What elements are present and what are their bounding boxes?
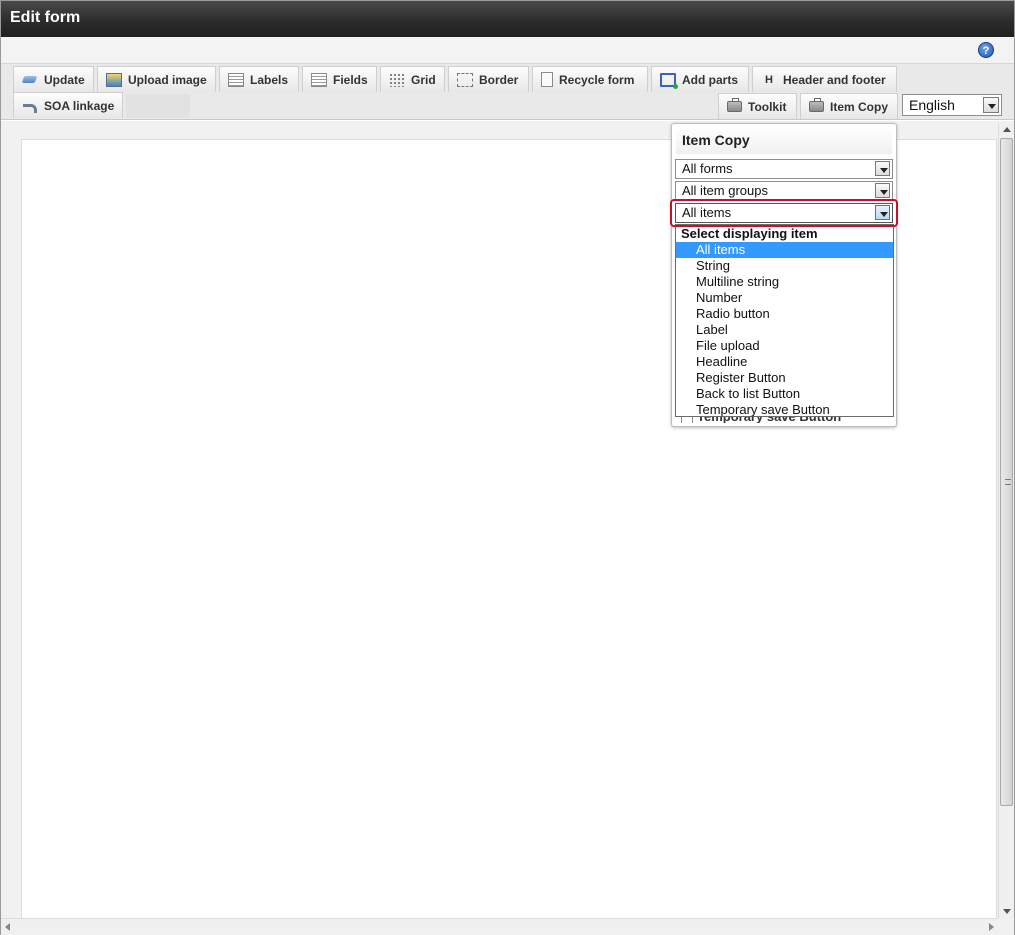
border-icon xyxy=(457,72,473,87)
tab-label: Recycle form xyxy=(559,72,635,87)
soa-linkage-icon xyxy=(22,99,38,113)
tab-label: Header and footer xyxy=(783,72,886,87)
scroll-down-icon[interactable] xyxy=(1003,909,1011,914)
dropdown-option[interactable]: Headline xyxy=(676,354,893,370)
tab-label: Item Copy xyxy=(830,99,889,114)
grip-icon xyxy=(1005,479,1011,485)
tab-label: Border xyxy=(479,72,519,87)
tab-border[interactable]: Border xyxy=(448,66,529,92)
group-filter-select[interactable]: All item groups xyxy=(675,181,893,201)
toolbar: Update Upload image Labels Fields Grid B… xyxy=(1,64,1014,120)
tab-fields[interactable]: Fields xyxy=(302,66,377,92)
dropdown-option[interactable]: String xyxy=(676,258,893,274)
panel-title: Item Copy xyxy=(676,126,892,154)
chevron-down-icon[interactable] xyxy=(875,161,890,176)
upload-image-icon xyxy=(106,72,122,87)
chevron-down-icon[interactable] xyxy=(983,97,999,113)
tab-toolkit[interactable]: Toolkit xyxy=(718,93,797,119)
dropdown-option[interactable]: Number xyxy=(676,290,893,306)
language-value: English xyxy=(909,97,955,113)
dropdown-option[interactable]: Multiline string xyxy=(676,274,893,290)
dropdown-option[interactable]: Radio button xyxy=(676,306,893,322)
fields-icon xyxy=(311,72,327,87)
tab-label: SOA linkage xyxy=(44,98,115,113)
tab-label: Update xyxy=(44,72,85,87)
help-bar: ? xyxy=(1,37,1014,64)
horizontal-scrollbar[interactable] xyxy=(1,918,998,934)
window-title: Edit form xyxy=(1,1,1014,37)
dropdown-option[interactable]: Label xyxy=(676,322,893,338)
tab-item-copy[interactable]: Item Copy xyxy=(800,93,898,119)
tab-labels[interactable]: Labels xyxy=(219,66,299,92)
item-filter-dropdown[interactable]: Select displaying item All items String … xyxy=(675,224,894,417)
dropdown-option[interactable]: Back to list Button xyxy=(676,386,893,402)
tab-label: Toolkit xyxy=(748,99,787,114)
header-footer-icon: H xyxy=(765,73,773,86)
scroll-left-icon[interactable] xyxy=(5,923,10,931)
group-filter-value: All item groups xyxy=(682,183,768,198)
tab-add-parts[interactable]: Add parts xyxy=(651,66,749,92)
edit-form-window: Edit form ? Update Upload image Labels F… xyxy=(0,0,1015,935)
dropdown-group-label: Select displaying item xyxy=(681,226,818,241)
grid-icon xyxy=(389,72,405,87)
scroll-up-icon[interactable] xyxy=(1003,127,1011,132)
tab-upload-image[interactable]: Upload image xyxy=(97,66,216,92)
tab-recycle-form[interactable]: Recycle form xyxy=(532,66,648,92)
tab-grid[interactable]: Grid xyxy=(380,66,445,92)
tab-spacer xyxy=(126,94,190,118)
form-filter-select[interactable]: All forms xyxy=(675,159,893,179)
add-parts-icon xyxy=(660,72,678,89)
tab-label: Fields xyxy=(333,72,368,87)
dropdown-option[interactable]: Temporary save Button xyxy=(676,402,893,418)
dropdown-option[interactable]: Register Button xyxy=(676,370,893,386)
tab-header-and-footer[interactable]: H Header and footer xyxy=(752,66,897,92)
chevron-down-icon[interactable] xyxy=(875,183,890,198)
tab-label: Add parts xyxy=(682,72,739,87)
dropdown-option[interactable]: All items xyxy=(676,242,893,258)
scroll-right-icon[interactable] xyxy=(989,923,994,931)
tab-soa-linkage[interactable]: SOA linkage xyxy=(13,92,123,118)
labels-icon xyxy=(228,72,244,87)
scroll-thumb[interactable] xyxy=(1000,138,1013,806)
update-icon xyxy=(22,73,38,87)
tab-label: Upload image xyxy=(128,72,207,87)
form-filter-value: All forms xyxy=(682,161,733,176)
language-select[interactable]: English xyxy=(902,94,1002,116)
recycle-form-icon xyxy=(541,72,553,87)
dropdown-option[interactable]: File upload xyxy=(676,338,893,354)
vertical-scrollbar[interactable] xyxy=(998,123,1014,918)
item-copy-icon xyxy=(809,98,824,112)
toolkit-icon xyxy=(727,98,742,112)
highlight-ring xyxy=(670,199,898,227)
help-icon[interactable]: ? xyxy=(978,42,994,58)
tab-update[interactable]: Update xyxy=(13,66,94,92)
tab-label: Grid xyxy=(411,72,436,87)
tab-label: Labels xyxy=(250,72,289,87)
